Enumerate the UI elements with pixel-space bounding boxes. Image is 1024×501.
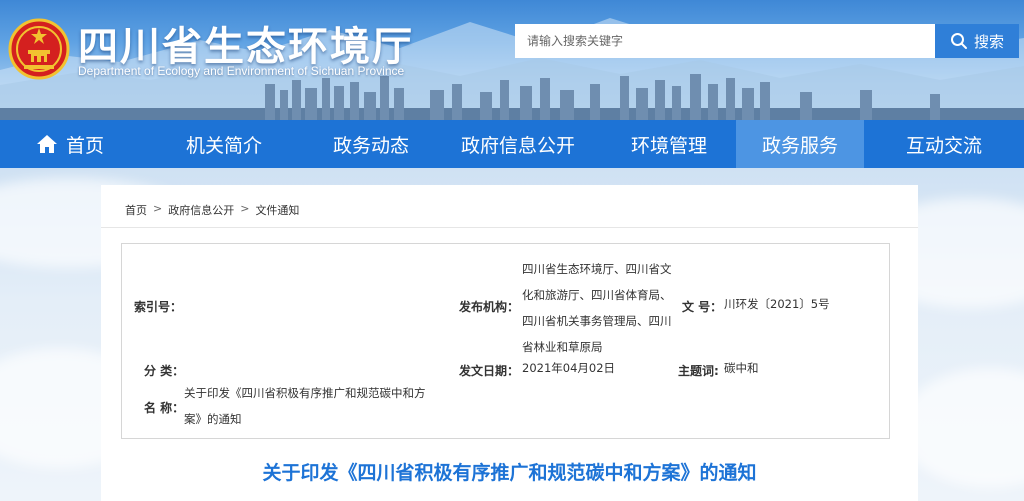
category-label: 分 类： — [144, 364, 185, 378]
site-subtitle: Department of Ecology and Environment of… — [78, 64, 405, 78]
doc-name-value: 关于印发《四川省积极有序推广和规范碳中和方案》的通知 — [184, 386, 426, 426]
topic-words-value: 碳中和 — [724, 361, 759, 375]
nav-item-about[interactable]: 机关简介 — [140, 120, 308, 168]
issue-date-value: 2021年04月02日 — [522, 361, 616, 375]
nav-item-label: 互动交流 — [905, 134, 982, 157]
nav-item-label: 首页 — [65, 134, 104, 157]
nav-item-info-disclosure[interactable]: 政府信息公开 — [434, 120, 602, 168]
doc-name-label: 名 称： — [144, 401, 185, 415]
document-title: 关于印发《四川省积极有序推广和规范碳中和方案》的通知 — [262, 462, 757, 484]
nav-item-services[interactable]: 政务服务 — [736, 120, 864, 168]
search-button-label: 搜索 — [973, 32, 1004, 51]
nav-item-home[interactable]: 首页 — [0, 120, 140, 168]
document-number-label: 文 号： — [682, 300, 723, 314]
nav-item-label: 政府信息公开 — [460, 134, 575, 157]
topic-words-label: 主题词: — [678, 364, 719, 378]
document-number-value: 川环发〔2021〕5号 — [724, 297, 830, 311]
issue-date-label: 发文日期： — [459, 364, 520, 378]
nav-item-label: 环境管理 — [630, 134, 707, 157]
search-button[interactable]: 搜索 — [935, 24, 1019, 58]
breadcrumb-file-notice[interactable]: 文件通知 — [255, 202, 299, 218]
national-emblem-icon — [8, 18, 70, 80]
breadcrumb-divider — [101, 227, 918, 228]
nav-item-label: 政务动态 — [332, 134, 409, 157]
nav-item-label: 机关简介 — [185, 134, 262, 157]
nav-item-news[interactable]: 政务动态 — [308, 120, 434, 168]
index-number-label: 索引号： — [134, 300, 183, 314]
nav-item-label: 政务服务 — [761, 134, 838, 157]
search-input[interactable] — [515, 24, 935, 58]
search-icon — [950, 33, 967, 49]
home-icon — [36, 135, 57, 153]
breadcrumb: 首页 > 政府信息公开 > 文件通知 — [125, 202, 299, 218]
breadcrumb-home[interactable]: 首页 — [125, 202, 147, 218]
nav-item-environment[interactable]: 环境管理 — [602, 120, 736, 168]
nav-item-interaction[interactable]: 互动交流 — [864, 120, 1024, 168]
publisher-label: 发布机构： — [459, 300, 520, 314]
breadcrumb-separator: > — [240, 202, 250, 215]
publisher-value: 四川省生态环境厅、四川省文化和旅游厅、四川省体育局、四川省机关事务管理局、四川省… — [522, 262, 672, 354]
breadcrumb-separator: > — [153, 202, 163, 215]
document-metadata-table: 索引号： 发布机构： 四川省生态环境厅、四川省文化和旅游厅、四川省体育局、四川省… — [121, 243, 890, 439]
main-nav: 首页 机关简介 政务动态 政府信息公开 环境管理 政务服务 互动交流 — [0, 120, 1024, 168]
breadcrumb-info-disclosure[interactable]: 政府信息公开 — [168, 202, 234, 218]
header-banner: 四川省生态环境厅 Department of Ecology and Envir… — [0, 0, 1024, 120]
